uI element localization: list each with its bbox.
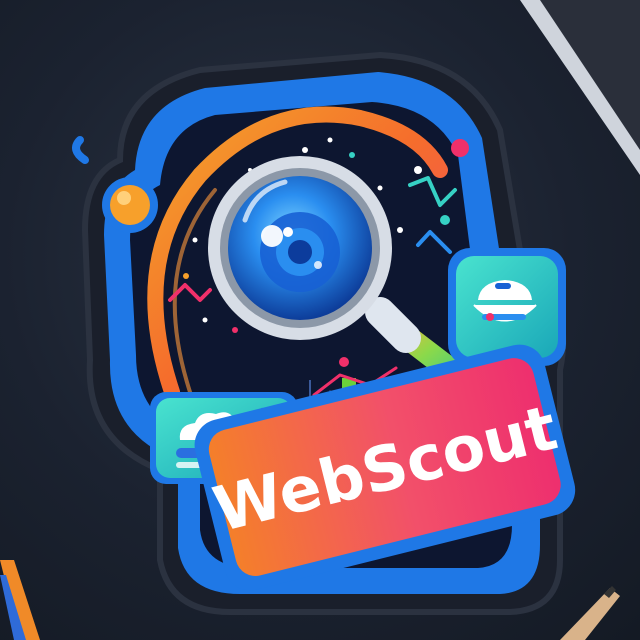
arc-knob xyxy=(102,177,158,233)
webscout-logo-scene: WebScout xyxy=(0,0,640,640)
hang-ring xyxy=(72,136,89,164)
pencil-right xyxy=(560,586,620,640)
webscout-logo: WebScout xyxy=(0,0,640,640)
laptop-corner xyxy=(520,0,640,175)
pencil-left xyxy=(0,560,40,640)
